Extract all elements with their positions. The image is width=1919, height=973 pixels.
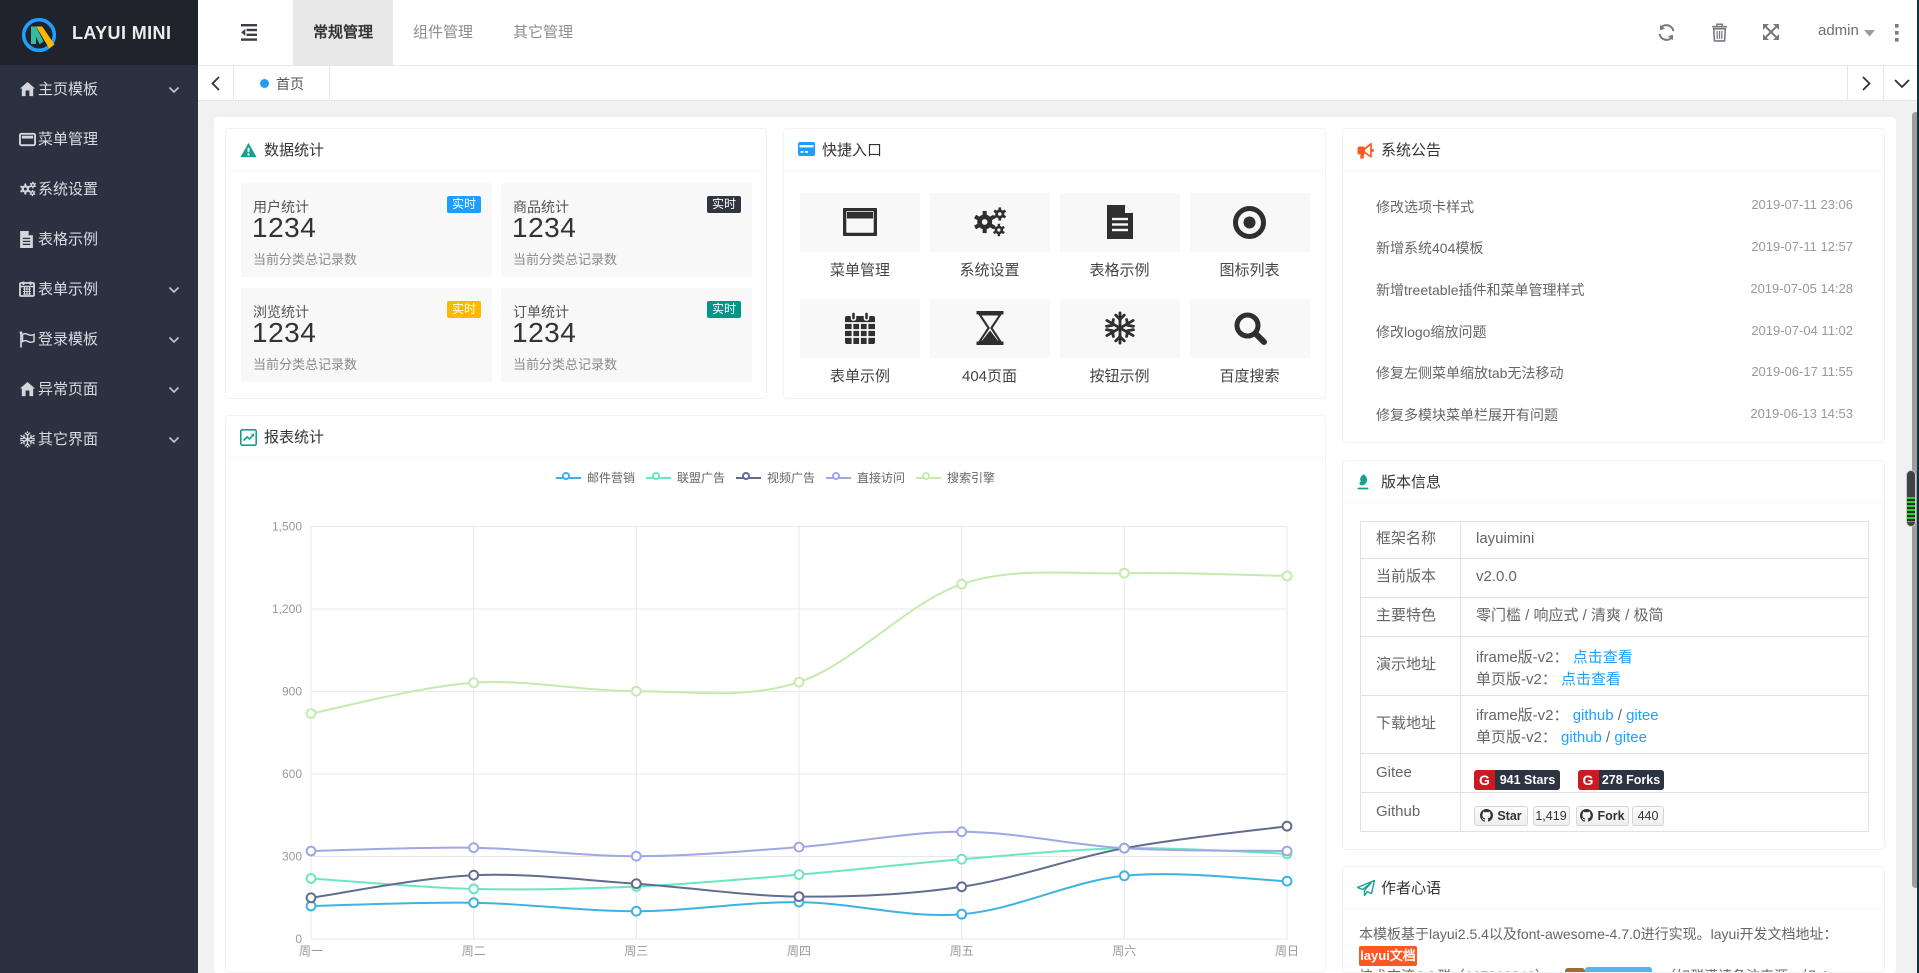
svg-text:300: 300: [282, 850, 302, 864]
svg-text:600: 600: [282, 767, 302, 781]
svg-text:周日: 周日: [1275, 944, 1299, 958]
svg-text:周五: 周五: [950, 944, 974, 958]
svg-text:900: 900: [282, 685, 302, 699]
svg-text:周六: 周六: [1112, 944, 1136, 958]
svg-text:1,200: 1,200: [272, 602, 302, 616]
svg-text:周三: 周三: [624, 944, 648, 958]
svg-text:1,500: 1,500: [272, 520, 302, 534]
svg-text:周一: 周一: [299, 944, 323, 958]
svg-text:周四: 周四: [787, 944, 811, 958]
svg-text:周二: 周二: [462, 944, 486, 958]
